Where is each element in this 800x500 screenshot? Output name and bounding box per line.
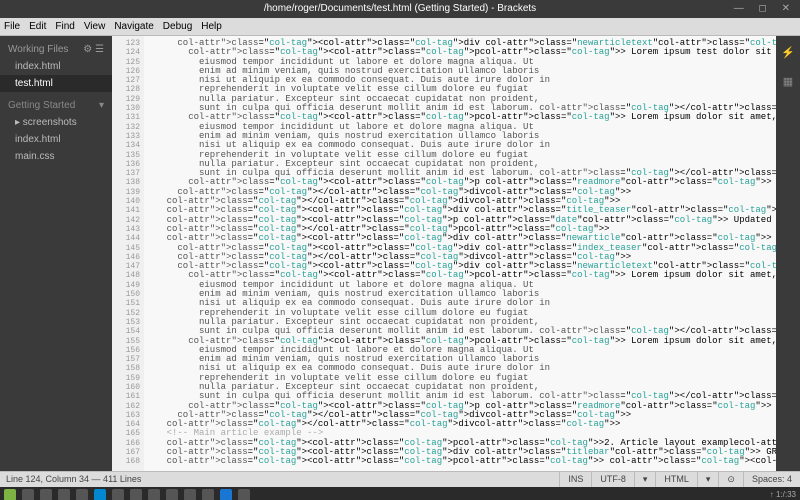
working-files-gear-icon[interactable]: ⚙ ☰ bbox=[83, 44, 104, 55]
working-files-label: Working Files bbox=[8, 44, 68, 55]
working-files-header[interactable]: Working Files ⚙ ☰ bbox=[0, 41, 112, 58]
status-segment[interactable]: INS bbox=[559, 472, 591, 487]
taskbar-app-icon[interactable] bbox=[202, 489, 214, 500]
line-gutter: 1231241251261271281291301311321331341351… bbox=[112, 36, 144, 471]
project-file[interactable]: main.css bbox=[0, 148, 112, 165]
status-segment[interactable]: ▾ bbox=[697, 472, 719, 487]
menu-file[interactable]: File bbox=[4, 21, 20, 32]
window-title: /home/roger/Documents/test.html (Getting… bbox=[264, 3, 536, 14]
status-segment[interactable]: ▾ bbox=[634, 472, 656, 487]
code-content[interactable]: col-attr">class="col-tag"><col-attr">cla… bbox=[145, 39, 776, 467]
taskbar-app-icon[interactable] bbox=[58, 489, 70, 500]
menu-debug[interactable]: Debug bbox=[163, 21, 192, 32]
menu-help[interactable]: Help bbox=[201, 21, 222, 32]
working-file[interactable]: test.html bbox=[0, 75, 112, 92]
live-preview-icon[interactable]: ⚡ bbox=[781, 46, 795, 60]
taskbar-app-icon[interactable] bbox=[94, 489, 106, 500]
taskbar-app-icon[interactable] bbox=[22, 489, 34, 500]
project-file[interactable]: ▸ screenshots bbox=[0, 114, 112, 131]
taskbar-app-icon[interactable] bbox=[130, 489, 142, 500]
taskbar-app-icon[interactable] bbox=[148, 489, 160, 500]
taskbar-app-icon[interactable] bbox=[40, 489, 52, 500]
status-bar: Line 124, Column 34 — 411 Lines INSUTF-8… bbox=[0, 471, 800, 487]
project-label: Getting Started bbox=[8, 100, 75, 111]
menu-find[interactable]: Find bbox=[55, 21, 74, 32]
menu-edit[interactable]: Edit bbox=[29, 21, 46, 32]
sidebar: Working Files ⚙ ☰ index.htmltest.html Ge… bbox=[0, 36, 112, 471]
project-header[interactable]: Getting Started ▾ bbox=[0, 92, 112, 114]
status-cursor: Line 124, Column 34 — 411 Lines bbox=[0, 472, 141, 487]
taskbar-app-icon[interactable] bbox=[166, 489, 178, 500]
status-segment[interactable]: HTML bbox=[655, 472, 697, 487]
taskbar-clock[interactable]: ↑ 1:/:33 bbox=[770, 490, 796, 499]
menubar: File Edit Find View Navigate Debug Help bbox=[0, 18, 800, 36]
window-titlebar: /home/roger/Documents/test.html (Getting… bbox=[0, 0, 800, 18]
taskbar-app-icon[interactable] bbox=[238, 489, 250, 500]
status-segment[interactable]: ⊙ bbox=[718, 472, 743, 487]
status-segment[interactable]: Spaces: 4 bbox=[743, 472, 800, 487]
working-file[interactable]: index.html bbox=[0, 58, 112, 75]
start-menu-icon[interactable] bbox=[4, 489, 16, 500]
taskbar-app-icon[interactable] bbox=[220, 489, 232, 500]
right-toolbar: ⚡ ▦ bbox=[776, 36, 800, 471]
taskbar-app-icon[interactable] bbox=[76, 489, 88, 500]
menu-view[interactable]: View bbox=[84, 21, 106, 32]
taskbar-app-icon[interactable] bbox=[112, 489, 124, 500]
window-controls[interactable]: — ◻ ✕ bbox=[734, 0, 796, 18]
status-segment[interactable]: UTF-8 bbox=[591, 472, 634, 487]
chevron-down-icon[interactable]: ▾ bbox=[99, 100, 104, 111]
menu-navigate[interactable]: Navigate bbox=[114, 21, 153, 32]
taskbar-app-icon[interactable] bbox=[184, 489, 196, 500]
project-file[interactable]: index.html bbox=[0, 131, 112, 148]
taskbar: ↑ 1:/:33 bbox=[0, 487, 800, 500]
extensions-icon[interactable]: ▦ bbox=[781, 75, 795, 89]
code-editor[interactable]: 1231241251261271281291301311321331341351… bbox=[112, 36, 776, 471]
